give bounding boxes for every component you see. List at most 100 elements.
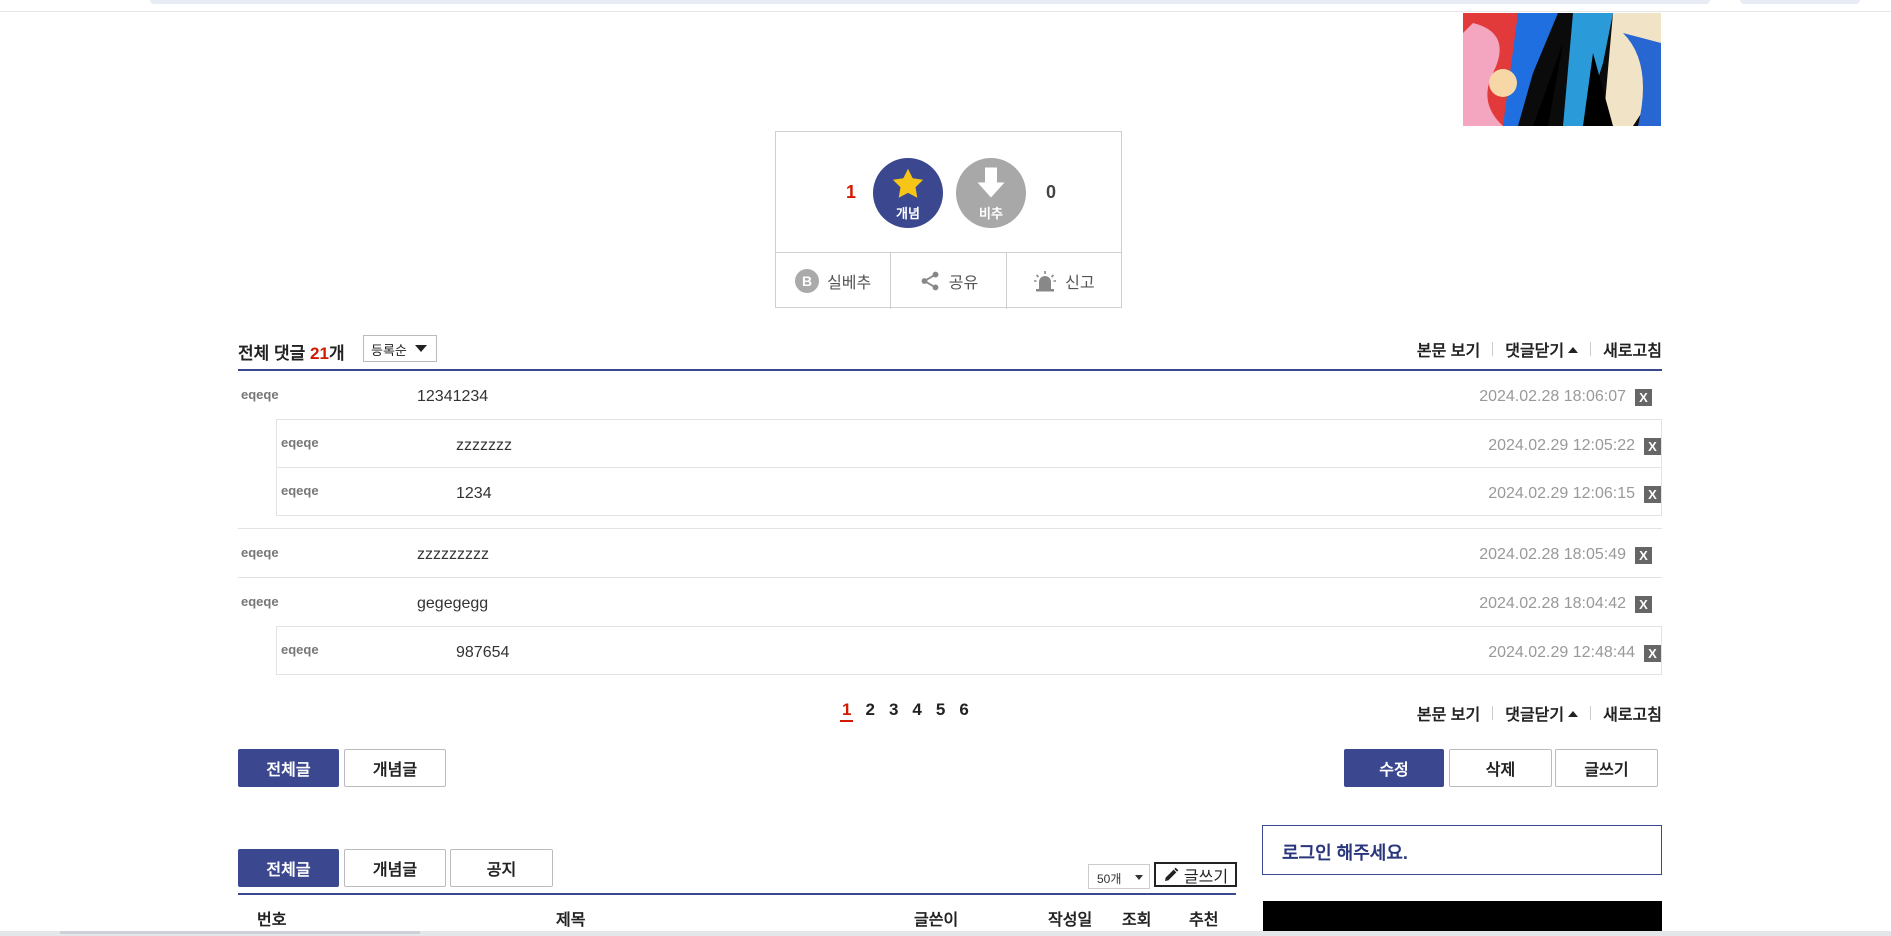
reply-date: 2024.02.29 12:48:44 <box>1488 644 1635 661</box>
delete-reply-button[interactable]: X <box>1644 486 1661 503</box>
comment-text: gegegegg <box>417 595 489 612</box>
reply-list: eqeqe 987654 2024.02.29 12:48:44 X <box>276 626 1662 675</box>
horizontal-scrollbar[interactable] <box>60 931 420 934</box>
comment-date: 2024.02.28 18:05:49 <box>1479 546 1626 563</box>
comment-links-bottom: 본문 보기 댓글닫기 새로고침 <box>1417 701 1662 725</box>
svg-text:B: B <box>802 273 812 289</box>
comment-sort-select[interactable]: 등록순 <box>363 335 437 362</box>
divider <box>1590 342 1592 356</box>
downvote-count: 0 <box>1045 182 1056 202</box>
comment-row: eqeqe gegegegg 2024.02.28 18:04:42 X <box>238 578 1662 626</box>
upvote-count: 1 <box>845 182 856 202</box>
column-header-recommend: 추천 <box>1189 912 1219 929</box>
pencil-icon <box>1164 867 1179 881</box>
reply-row: eqeqe 1234 2024.02.29 12:06:15 X <box>277 467 1661 515</box>
view-post-link[interactable]: 본문 보기 <box>1417 337 1480 361</box>
write-button[interactable]: 글쓰기 <box>1555 749 1658 787</box>
comment-date: 2024.02.28 18:04:42 <box>1479 595 1626 612</box>
comment-links-top: 본문 보기 댓글닫기 새로고침 <box>1417 337 1662 361</box>
share-button[interactable]: 공유 <box>890 253 1005 309</box>
write-post-button[interactable]: 글쓰기 <box>1154 862 1237 887</box>
comment-divider <box>238 516 1662 529</box>
page-link[interactable]: 6 <box>957 700 970 722</box>
page-link[interactable]: 5 <box>934 700 947 722</box>
tab-all[interactable]: 전체글 <box>238 849 339 887</box>
page-link-current[interactable]: 1 <box>840 700 854 722</box>
delete-comment-button[interactable]: X <box>1635 547 1652 564</box>
comment-sort-value: 등록순 <box>371 343 407 358</box>
comments-title-text: 전체 댓글 <box>238 344 306 363</box>
refresh-link[interactable]: 새로고침 <box>1603 701 1662 725</box>
reply-nickname[interactable]: eqeqe <box>281 435 319 450</box>
upvote-button[interactable]: 개념 <box>873 158 943 228</box>
share-label: 공유 <box>948 275 979 292</box>
browser-toolbar-edge <box>1740 0 1860 4</box>
column-header-views: 조회 <box>1122 912 1152 929</box>
column-header-author: 글쓴이 <box>914 912 959 929</box>
comment-nickname[interactable]: eqeqe <box>241 387 279 402</box>
best-recommend-label: 실베추 <box>827 275 872 292</box>
column-header-title: 제목 <box>556 912 586 929</box>
close-comments-link[interactable]: 댓글닫기 <box>1505 337 1579 361</box>
close-comments-label: 댓글닫기 <box>1505 707 1565 724</box>
vote-actions: B 실베추 공유 신고 <box>776 252 1121 309</box>
list-header-rule <box>238 893 1236 895</box>
chevron-down-icon <box>415 345 427 352</box>
login-prompt-box[interactable]: 로그인 해주세요. <box>1262 825 1662 875</box>
page-link[interactable]: 4 <box>910 700 923 722</box>
delete-comment-button[interactable]: X <box>1635 389 1652 406</box>
delete-comment-button[interactable]: X <box>1635 596 1652 613</box>
page-link[interactable]: 2 <box>863 700 876 722</box>
divider <box>1590 706 1592 720</box>
close-comments-link[interactable]: 댓글닫기 <box>1505 701 1579 725</box>
page-link[interactable]: 3 <box>887 700 900 722</box>
comment-row: eqeqe zzzzzzzzz 2024.02.28 18:05:49 X <box>238 529 1662 578</box>
per-page-select[interactable]: 50개 <box>1088 864 1150 889</box>
view-post-link[interactable]: 본문 보기 <box>1417 701 1480 725</box>
divider <box>1492 342 1494 356</box>
downvote-button[interactable]: 비추 <box>956 158 1026 228</box>
close-comments-label: 댓글닫기 <box>1505 343 1565 360</box>
delete-reply-button[interactable]: X <box>1644 645 1661 662</box>
report-label: 신고 <box>1065 275 1095 292</box>
comment-nickname[interactable]: eqeqe <box>241 594 279 609</box>
comments-header: 전체 댓글 21개 등록순 본문 보기 댓글닫기 새로고침 <box>238 334 1662 371</box>
report-button[interactable]: 신고 <box>1005 253 1121 309</box>
comments-count: 21 <box>310 344 329 363</box>
reply-nickname[interactable]: eqeqe <box>281 483 319 498</box>
star-icon <box>892 168 924 198</box>
login-prompt-text: 로그인 해주세요. <box>1282 843 1408 863</box>
vote-box: 1 개념 비추 0 B 실베추 공유 신고 <box>775 131 1122 309</box>
banner-image[interactable] <box>1463 13 1661 126</box>
delete-button[interactable]: 삭제 <box>1449 749 1552 787</box>
best-recommend-button[interactable]: B 실베추 <box>776 253 890 309</box>
comment-nickname[interactable]: eqeqe <box>241 545 279 560</box>
header-divider <box>0 11 1891 12</box>
column-header-date: 작성일 <box>1048 912 1093 929</box>
tab-notice[interactable]: 공지 <box>450 849 553 887</box>
tab-recommended[interactable]: 개념글 <box>344 849 446 887</box>
comment-list: eqeqe 12341234 2024.02.28 18:06:07 X eqe… <box>238 371 1662 675</box>
all-posts-button[interactable]: 전체글 <box>238 749 339 787</box>
divider <box>1492 706 1494 720</box>
comment-row: eqeqe 12341234 2024.02.28 18:06:07 X <box>238 371 1662 419</box>
browser-address-bar-edge <box>150 0 1710 4</box>
siren-icon <box>1034 271 1057 292</box>
upvote-label: 개념 <box>896 206 920 221</box>
reply-date: 2024.02.29 12:06:15 <box>1488 485 1635 502</box>
reply-row: eqeqe 987654 2024.02.29 12:48:44 X <box>277 627 1661 674</box>
caret-up-icon <box>1568 346 1579 353</box>
delete-reply-button[interactable]: X <box>1644 438 1661 455</box>
comment-pagination: 1 2 3 4 5 6 <box>840 700 971 722</box>
reply-nickname[interactable]: eqeqe <box>281 642 319 657</box>
share-icon <box>921 271 939 291</box>
chevron-down-icon <box>1135 875 1143 880</box>
reply-text: 1234 <box>456 485 492 502</box>
reply-list: eqeqe zzzzzzz 2024.02.29 12:05:22 X eqeq… <box>276 419 1662 516</box>
edit-button[interactable]: 수정 <box>1344 749 1444 787</box>
refresh-link[interactable]: 새로고침 <box>1603 337 1662 361</box>
recommended-posts-button[interactable]: 개념글 <box>344 749 446 787</box>
per-page-value: 50개 <box>1097 872 1122 886</box>
comment-text: zzzzzzzzz <box>417 546 489 563</box>
downvote-label: 비추 <box>979 206 1003 221</box>
